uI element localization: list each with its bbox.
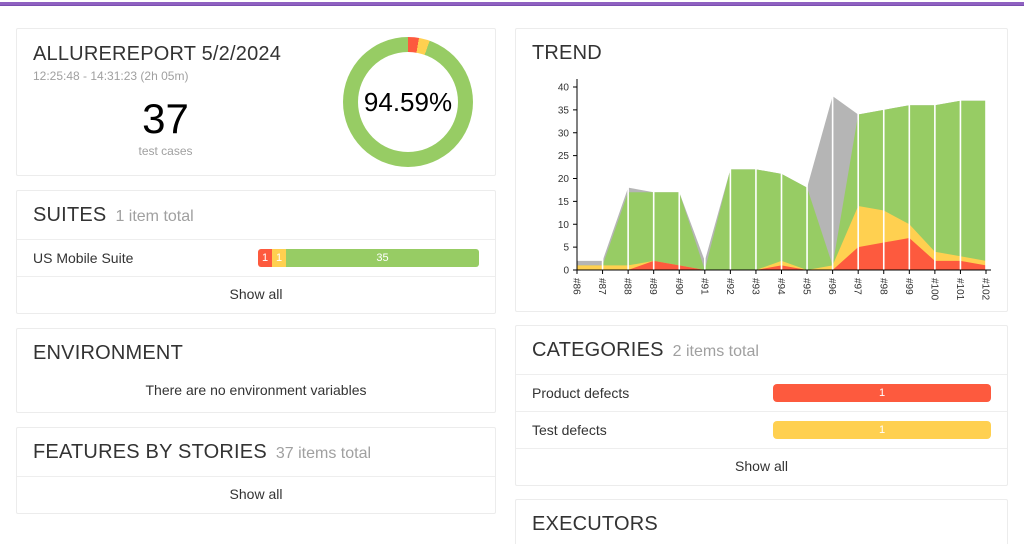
left-column: ALLUREREPORT 5/2/2024 12:25:48 - 14:31:2… <box>16 28 496 544</box>
trend-widget: TREND 0 5 10 15 20 25 30 35 40 #86 #87 #88 #89 #90 #91… <box>515 28 1008 312</box>
executors-header: EXECUTORS <box>516 500 1007 544</box>
suite-name[interactable]: US Mobile Suite <box>33 250 133 266</box>
categories-header: CATEGORIES 2 items total <box>516 326 1007 374</box>
svg-text:#90: #90 <box>673 278 684 295</box>
summary-widget: ALLUREREPORT 5/2/2024 12:25:48 - 14:31:2… <box>16 28 496 176</box>
executors-title: EXECUTORS <box>532 513 658 535</box>
donut-percent: 94.59% <box>358 52 458 152</box>
dashboard: ALLUREREPORT 5/2/2024 12:25:48 - 14:31:2… <box>0 6 1024 544</box>
suite-failed-segment: 1 <box>258 249 272 267</box>
total-test-cases-label: test cases <box>138 144 193 158</box>
svg-text:10: 10 <box>558 220 570 231</box>
features-header: FEATURES BY STORIES 37 items total <box>17 428 495 476</box>
svg-text:#91: #91 <box>698 278 709 295</box>
suite-broken-segment: 1 <box>272 249 286 267</box>
svg-text:#93: #93 <box>749 278 760 295</box>
categories-widget: CATEGORIES 2 items total Product defects… <box>515 325 1008 486</box>
suite-passed-segment: 35 <box>286 249 479 267</box>
suites-header: SUITES 1 item total <box>17 191 495 239</box>
svg-text:35: 35 <box>558 105 570 116</box>
categories-title: CATEGORIES <box>532 339 664 361</box>
svg-text:5: 5 <box>563 243 569 254</box>
svg-text:#92: #92 <box>724 278 735 295</box>
suites-title: SUITES <box>33 204 107 226</box>
suites-subtitle: 1 item total <box>115 208 194 225</box>
category-name[interactable]: Product defects <box>532 385 629 401</box>
features-show-all-button[interactable]: Show all <box>17 477 495 513</box>
suites-show-all-button[interactable]: Show all <box>17 277 495 313</box>
environment-header: ENVIRONMENT <box>17 329 495 365</box>
svg-text:25: 25 <box>558 151 570 162</box>
svg-text:#102: #102 <box>980 278 991 301</box>
svg-text:30: 30 <box>558 128 570 139</box>
svg-text:20: 20 <box>558 174 570 185</box>
executors-widget: EXECUTORS Jenk <box>515 499 1008 544</box>
environment-widget: ENVIRONMENT There are no environment var… <box>16 328 496 413</box>
svg-text:#95: #95 <box>801 278 812 295</box>
svg-text:#94: #94 <box>775 278 786 295</box>
svg-text:#89: #89 <box>647 278 658 295</box>
svg-text:#88: #88 <box>622 278 633 295</box>
svg-text:#99: #99 <box>903 278 914 295</box>
svg-text:#96: #96 <box>826 278 837 295</box>
category-count-bar: 1 <box>773 384 991 402</box>
total-test-cases: 37 <box>142 95 189 142</box>
category-row[interactable]: Product defects 1 <box>516 374 1007 411</box>
svg-text:15: 15 <box>558 197 570 208</box>
result-donut-chart: 94.59% <box>343 37 473 167</box>
trend-title: TREND <box>532 42 602 64</box>
trend-area-chart: 0 5 10 15 20 25 30 35 40 #86 #87 #88 #89 #90 #91 #92 #93… <box>558 79 991 301</box>
svg-text:#101: #101 <box>954 278 965 301</box>
svg-text:#100: #100 <box>928 278 939 301</box>
svg-text:#98: #98 <box>877 278 888 295</box>
suites-widget: SUITES 1 item total US Mobile Suite 1 1 … <box>16 190 496 314</box>
environment-empty-message: There are no environment variables <box>145 382 367 398</box>
features-subtitle: 37 items total <box>275 445 372 462</box>
svg-text:#87: #87 <box>596 278 607 295</box>
svg-text:0: 0 <box>563 266 569 277</box>
features-widget: FEATURES BY STORIES 37 items total Show … <box>16 427 496 514</box>
suite-row[interactable]: US Mobile Suite 1 1 35 <box>17 239 495 276</box>
categories-show-all-button[interactable]: Show all <box>516 449 1007 485</box>
category-count-bar: 1 <box>773 421 991 439</box>
pass-percentage: 94.59% <box>363 86 453 117</box>
environment-title: ENVIRONMENT <box>33 342 183 364</box>
right-column: TREND 0 5 10 15 20 25 30 35 40 #86 #87 #88 #89 #90 #91… <box>515 28 1008 544</box>
category-name[interactable]: Test defects <box>532 422 607 438</box>
svg-text:#86: #86 <box>571 278 582 295</box>
trend-header: TREND <box>516 29 1007 77</box>
features-title: FEATURES BY STORIES <box>33 441 267 463</box>
suite-status-bar: 1 1 35 <box>258 249 479 267</box>
category-row[interactable]: Test defects 1 <box>516 411 1007 448</box>
svg-text:40: 40 <box>558 83 570 94</box>
categories-subtitle: 2 items total <box>672 343 759 360</box>
svg-text:#97: #97 <box>852 278 863 295</box>
